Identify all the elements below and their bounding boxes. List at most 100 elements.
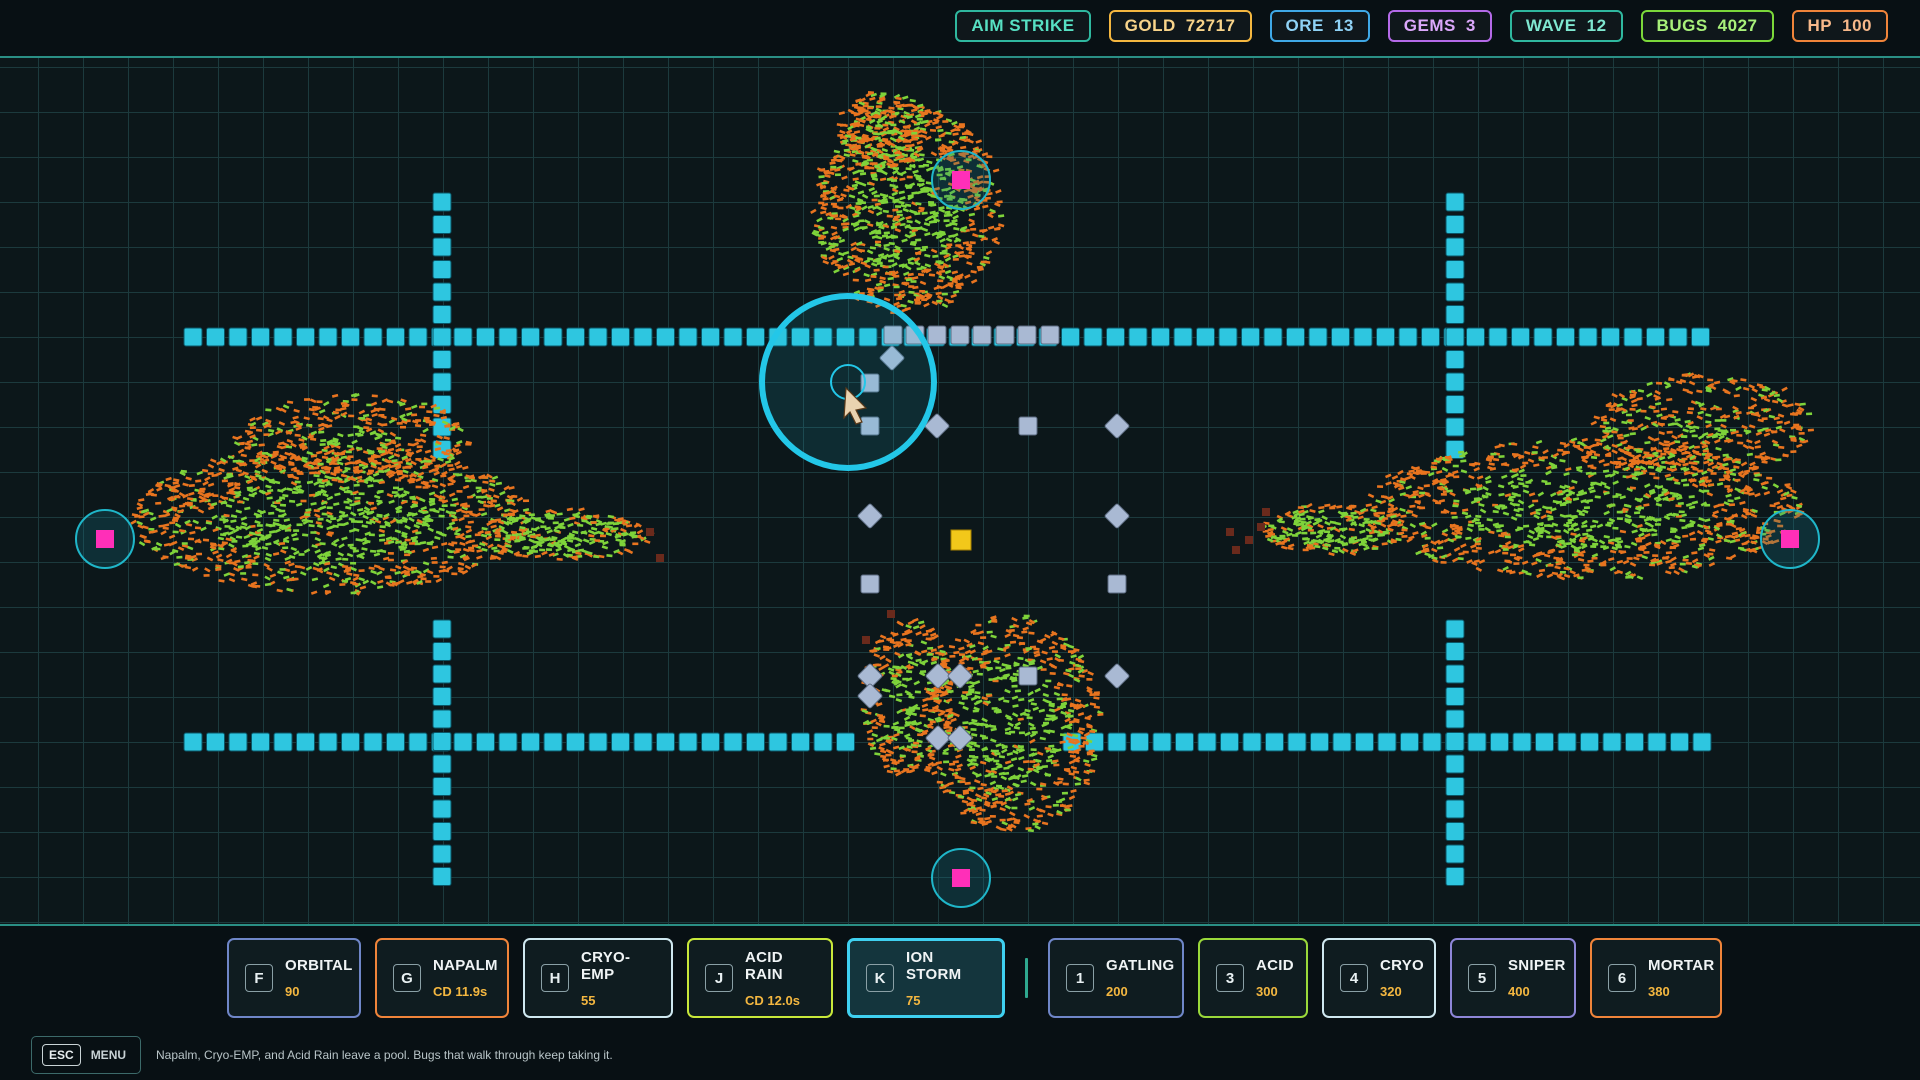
bug [377, 428, 385, 434]
wall-block [746, 327, 765, 347]
bug [1367, 493, 1375, 499]
bug [1629, 407, 1636, 411]
bug [1639, 465, 1647, 471]
gems-label: GEMS [1403, 16, 1456, 35]
bug [1626, 413, 1633, 417]
bug [582, 538, 590, 543]
bug [414, 424, 422, 428]
bug [378, 533, 386, 538]
bug [605, 532, 613, 537]
bug [1557, 448, 1564, 452]
bug [138, 498, 145, 502]
bug [951, 270, 959, 275]
bug [424, 449, 432, 454]
bug [1380, 495, 1388, 499]
bug [1691, 551, 1698, 555]
bug [538, 519, 545, 524]
wall-block [432, 844, 452, 864]
bug [947, 282, 954, 286]
bug [1678, 510, 1685, 514]
bug [1603, 535, 1610, 539]
battlefield-canvas[interactable] [0, 58, 1920, 924]
bug [310, 590, 318, 595]
bug [433, 493, 441, 499]
bug [427, 527, 434, 533]
bug [204, 567, 211, 573]
bug [1324, 503, 1331, 508]
bug [905, 144, 912, 148]
bug [898, 200, 905, 205]
bug [839, 129, 846, 135]
wall-block [1106, 327, 1125, 347]
bug [1611, 392, 1618, 398]
bug [888, 106, 895, 110]
bug [390, 537, 397, 541]
bug [367, 501, 374, 505]
bug [385, 441, 392, 447]
bug [968, 748, 975, 751]
wall-block [386, 327, 405, 347]
bug [1718, 503, 1725, 507]
bug [1453, 546, 1461, 552]
bug [1729, 553, 1737, 560]
bug [1431, 522, 1438, 528]
bug [882, 209, 889, 214]
bug [438, 514, 445, 518]
bug [231, 539, 238, 543]
bug [1570, 544, 1578, 550]
bug [266, 496, 273, 500]
bug [588, 534, 595, 538]
bug [955, 754, 962, 759]
bug [313, 509, 320, 513]
bug [915, 251, 922, 255]
bug [1502, 544, 1509, 548]
bug [354, 432, 362, 436]
bug [1682, 534, 1689, 538]
bug [273, 518, 280, 522]
battlefield[interactable] [0, 58, 1920, 924]
bug [875, 105, 882, 108]
bug [857, 169, 864, 173]
bug [1551, 571, 1559, 576]
bug [293, 469, 300, 473]
bug [871, 177, 879, 182]
aim-strike-label: AIM STRIKE [971, 16, 1075, 35]
bug [1581, 519, 1588, 526]
bug [1736, 433, 1743, 437]
bug [941, 292, 948, 296]
bug [1715, 407, 1722, 411]
bug [1674, 534, 1681, 540]
bug [1475, 514, 1482, 519]
bug [387, 454, 395, 460]
bug [1324, 520, 1331, 526]
bug [1654, 523, 1661, 526]
bug [1712, 510, 1720, 515]
bug [612, 527, 619, 531]
bug [1612, 480, 1619, 485]
bug [1352, 515, 1359, 519]
bug [976, 265, 983, 269]
bug [299, 571, 307, 576]
bug [1656, 449, 1663, 453]
bug [253, 554, 260, 560]
bug [1653, 437, 1660, 442]
bug [330, 565, 338, 570]
bug [1006, 817, 1014, 822]
bug [1643, 460, 1651, 464]
bug [373, 564, 381, 569]
bug [358, 479, 365, 483]
bug [1523, 450, 1531, 455]
aim-strike-button[interactable]: AIM STRIKE [955, 10, 1091, 42]
bug [245, 565, 252, 569]
bug [1624, 544, 1631, 549]
bug [1512, 467, 1520, 472]
bug [1485, 479, 1492, 484]
bug [1047, 754, 1054, 759]
wall-block [656, 327, 675, 347]
bug [1450, 511, 1457, 515]
bug [1749, 536, 1756, 540]
bug [895, 146, 902, 149]
wall-block [1445, 417, 1465, 437]
bug [1528, 503, 1535, 509]
bug [315, 521, 323, 525]
